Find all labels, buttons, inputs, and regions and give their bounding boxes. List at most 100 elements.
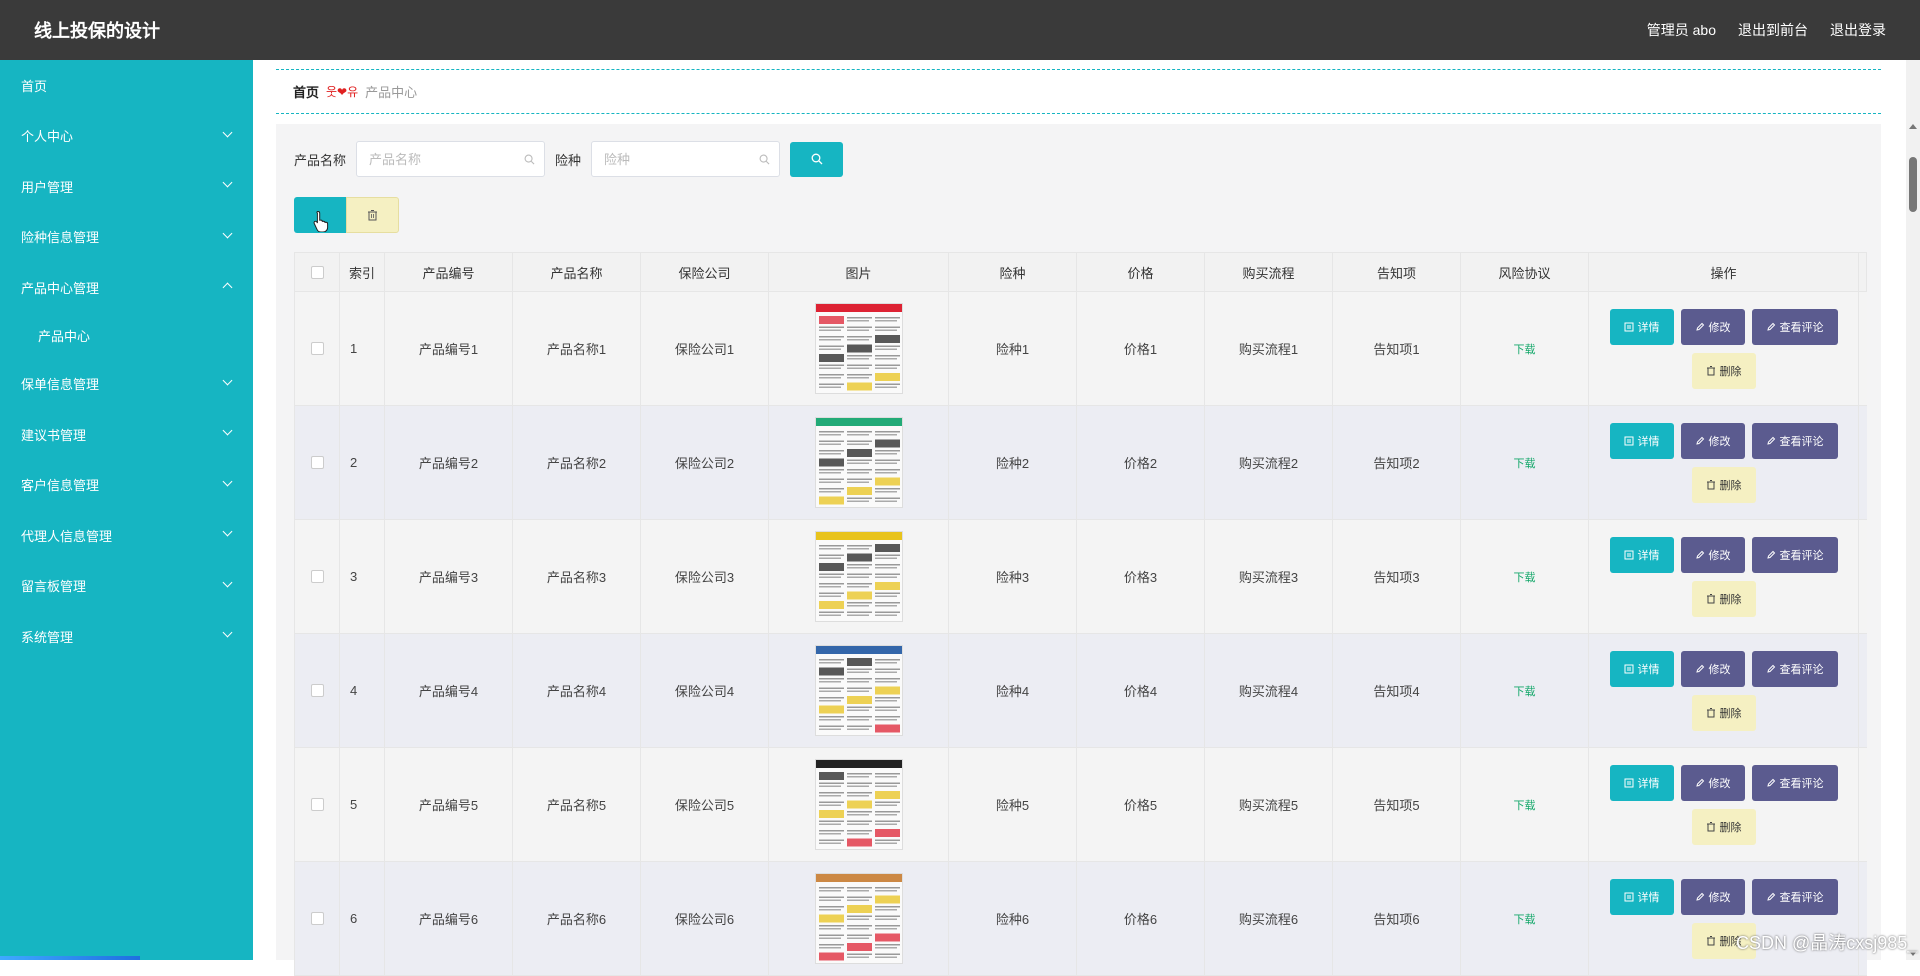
- product-table: 索引 产品编号 产品名称 保险公司 图片 险种 价格 购买流程 告知项 风险协议 操作 1 产品编号1…: [294, 252, 1867, 976]
- row-checkbox[interactable]: [310, 798, 324, 811]
- edit-button[interactable]: 修改: [1680, 878, 1745, 915]
- detail-button[interactable]: 详情: [1609, 308, 1674, 345]
- cell-code: 产品编号3: [385, 520, 513, 633]
- row-checkbox[interactable]: [310, 570, 324, 583]
- sidebar-item[interactable]: 产品中心管理: [0, 262, 253, 313]
- delete-button[interactable]: 删除: [1691, 580, 1756, 617]
- insurance-type-field: [591, 141, 781, 177]
- detail-button[interactable]: 详情: [1609, 878, 1674, 915]
- chevron-down-icon: [222, 476, 233, 486]
- detail-label: 详情: [1637, 549, 1660, 562]
- chevron-up-icon: [222, 282, 233, 293]
- scroll-up-arrow-icon[interactable]: [1909, 124, 1917, 129]
- download-link[interactable]: 下载: [1514, 683, 1536, 699]
- detail-button[interactable]: 详情: [1609, 422, 1674, 459]
- cell-index: 3: [340, 520, 385, 633]
- add-button[interactable]: [294, 197, 346, 233]
- row-actions: 详情 修改 查看评论删除: [1609, 764, 1838, 845]
- row-select-cell: [295, 520, 340, 633]
- delete-button[interactable]: 删除: [1691, 352, 1756, 389]
- column-header: 产品编号: [385, 253, 513, 291]
- view-comments-button[interactable]: 查看评论: [1751, 536, 1838, 573]
- sidebar-item[interactable]: 产品中心: [0, 313, 253, 359]
- edit-button[interactable]: 修改: [1680, 536, 1745, 573]
- insurance-type-input[interactable]: [592, 142, 780, 176]
- download-link[interactable]: 下载: [1514, 911, 1536, 927]
- cell-company: 保险公司5: [641, 748, 769, 861]
- sidebar-item[interactable]: 客户信息管理: [0, 460, 253, 511]
- delete-button[interactable]: 删除: [1691, 466, 1756, 503]
- product-image[interactable]: [814, 531, 903, 622]
- delete-button[interactable]: 删除: [1691, 808, 1756, 845]
- edit-button[interactable]: 修改: [1680, 650, 1745, 687]
- row-checkbox[interactable]: [310, 684, 324, 697]
- delete-label: 删除: [1719, 707, 1742, 720]
- detail-button[interactable]: 详情: [1609, 536, 1674, 573]
- cell-price: 价格4: [1077, 634, 1205, 747]
- sidebar-item[interactable]: 个人中心: [0, 111, 253, 162]
- view-comments-button[interactable]: 查看评论: [1751, 422, 1838, 459]
- edit-icon: [1766, 664, 1775, 673]
- newspaper-thumbnail-image: [815, 760, 902, 849]
- actions-cell: 详情 修改 查看评论删除: [1589, 634, 1859, 747]
- product-image[interactable]: [814, 645, 903, 736]
- select-all-checkbox[interactable]: [310, 265, 324, 279]
- row-checkbox[interactable]: [310, 456, 324, 469]
- sidebar-menu: 首页 个人中心 用户管理 险种信息管理 产品中心管理 产品中心 保单信息管理 建议书管理 客户信…: [0, 60, 253, 662]
- view-comments-button[interactable]: 查看评论: [1751, 764, 1838, 801]
- delete-button[interactable]: 删除: [1691, 694, 1756, 731]
- product-image[interactable]: [814, 759, 903, 850]
- sidebar-item-label: 留言板管理: [21, 579, 87, 595]
- page-scrollbar[interactable]: [1906, 60, 1920, 960]
- sidebar-item[interactable]: 建议书管理: [0, 409, 253, 460]
- risk-agreement-cell: 下载: [1461, 634, 1589, 747]
- cell-type: 险种2: [949, 406, 1077, 519]
- view-comments-button[interactable]: 查看评论: [1751, 878, 1838, 915]
- delete-label: 删除: [1719, 821, 1742, 834]
- table-row: 5 产品编号5 产品名称5 保险公司5 险种5 价格5 购买流程5 告知项5 下载 详情 修改 查看评…: [294, 748, 1867, 862]
- product-name-input[interactable]: [357, 142, 545, 176]
- sidebar-item[interactable]: 代理人信息管理: [0, 510, 253, 561]
- scroll-thumb[interactable]: [1909, 157, 1917, 212]
- image-cell: [769, 862, 949, 975]
- row-checkbox[interactable]: [310, 342, 324, 355]
- download-link[interactable]: 下载: [1514, 455, 1536, 471]
- table-row: 2 产品编号2 产品名称2 保险公司2 险种2 价格2 购买流程2 告知项2 下载 详情 修改 查看评…: [294, 406, 1867, 520]
- edit-label: 修改: [1708, 549, 1731, 562]
- row-actions: 详情 修改 查看评论删除: [1609, 422, 1838, 503]
- sidebar-item[interactable]: 留言板管理: [0, 561, 253, 612]
- logout-link[interactable]: 退出登录: [1830, 20, 1886, 40]
- sidebar-item[interactable]: 系统管理: [0, 611, 253, 662]
- product-image[interactable]: [814, 417, 903, 508]
- edit-button[interactable]: 修改: [1680, 308, 1745, 345]
- front-link[interactable]: 退出到前台: [1738, 20, 1808, 40]
- column-header: 告知项: [1333, 253, 1461, 291]
- download-link[interactable]: 下载: [1514, 569, 1536, 585]
- detail-button[interactable]: 详情: [1609, 764, 1674, 801]
- row-actions-top: 详情 修改 查看评论: [1609, 764, 1838, 801]
- view-comments-button[interactable]: 查看评论: [1751, 308, 1838, 345]
- batch-delete-button[interactable]: [346, 197, 399, 233]
- sidebar-item[interactable]: 保单信息管理: [0, 359, 253, 410]
- edit-button[interactable]: 修改: [1680, 422, 1745, 459]
- row-select-cell: [295, 748, 340, 861]
- view-comments-button[interactable]: 查看评论: [1751, 650, 1838, 687]
- trash-icon: [1706, 480, 1715, 490]
- sidebar-item[interactable]: 险种信息管理: [0, 212, 253, 263]
- download-link[interactable]: 下载: [1514, 797, 1536, 813]
- row-checkbox[interactable]: [310, 912, 324, 925]
- cell-process: 购买流程3: [1205, 520, 1333, 633]
- breadcrumb-home[interactable]: 首页: [293, 82, 319, 101]
- product-image[interactable]: [814, 303, 903, 394]
- product-image[interactable]: [814, 873, 903, 964]
- search-button[interactable]: [790, 141, 844, 177]
- view-comments-label: 查看评论: [1779, 777, 1824, 790]
- sidebar-item[interactable]: 用户管理: [0, 161, 253, 212]
- edit-button[interactable]: 修改: [1680, 764, 1745, 801]
- cell-process: 购买流程6: [1205, 862, 1333, 975]
- download-link[interactable]: 下载: [1514, 341, 1536, 357]
- detail-button[interactable]: 详情: [1609, 650, 1674, 687]
- column-header: 图片: [769, 253, 949, 291]
- sidebar-item[interactable]: 首页: [0, 60, 253, 111]
- image-cell: [769, 748, 949, 861]
